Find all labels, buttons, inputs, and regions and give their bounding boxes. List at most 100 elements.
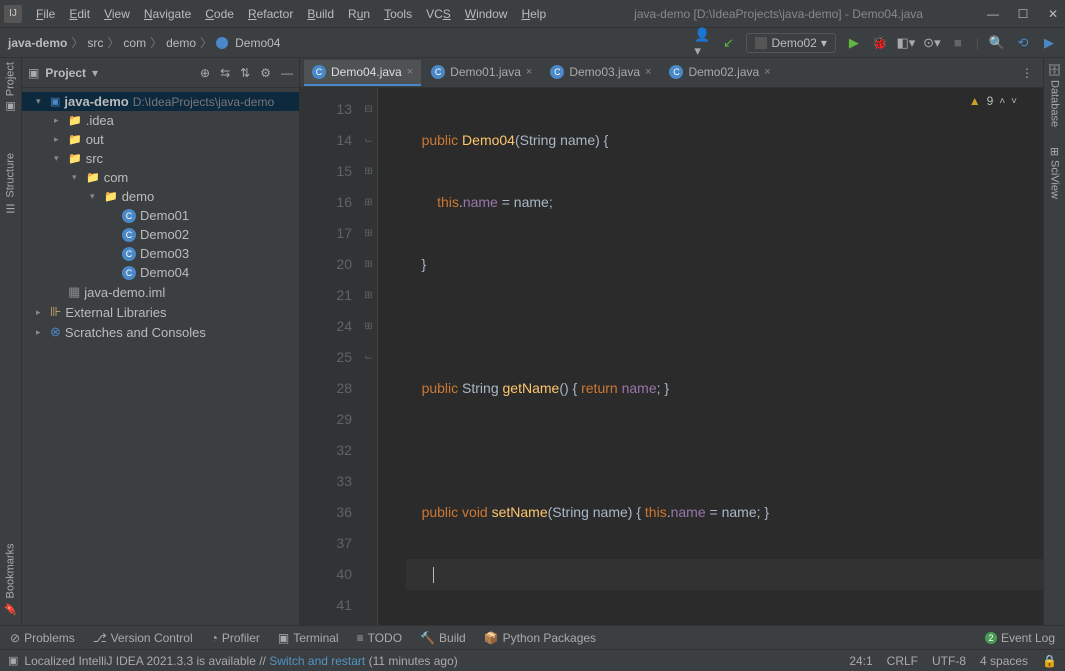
tree-class-demo02[interactable]: CDemo02 — [22, 225, 299, 244]
tree-scratches[interactable]: ▸⊗Scratches and Consoles — [22, 322, 299, 342]
settings-icon[interactable]: ⚙ — [260, 66, 271, 80]
close-icon[interactable]: × — [764, 66, 770, 78]
run-config-dropdown[interactable]: Demo02 ▾ — [746, 33, 835, 53]
build-tool[interactable]: 🔨Build — [420, 631, 466, 645]
editor-tabs: CDemo04.java× CDemo01.java× CDemo03.java… — [300, 58, 1043, 88]
menu-view[interactable]: View — [98, 5, 136, 23]
profile-icon[interactable]: ⊙▾ — [924, 35, 940, 51]
menu-run[interactable]: Run — [342, 5, 376, 23]
menu-navigate[interactable]: Navigate — [138, 5, 197, 23]
chevron-down-icon[interactable]: ▾ — [92, 66, 98, 80]
tree-folder-com[interactable]: ▾📁com — [22, 168, 299, 187]
tab-demo04[interactable]: CDemo04.java× — [304, 60, 421, 86]
source-folder-icon: 📁 — [68, 152, 82, 165]
chevron-icon: 〉 — [107, 34, 119, 51]
code-content[interactable]: public Demo04(String name) { this.name =… — [378, 88, 1043, 625]
expand-icon[interactable]: ⇆ — [220, 66, 230, 80]
menu-code[interactable]: Code — [199, 5, 240, 23]
tree-folder-src[interactable]: ▾📁src — [22, 149, 299, 168]
vcs-tool[interactable]: ⎇Version Control — [93, 631, 193, 645]
left-tool-stripe: ▣ Project ☰ Structure 🔖 Bookmarks — [0, 58, 22, 625]
tree-folder-demo[interactable]: ▾📁demo — [22, 187, 299, 206]
event-log-tool[interactable]: 2 Event Log — [985, 631, 1055, 645]
database-tool[interactable]: 🗄 Database — [1048, 62, 1061, 127]
fold-gutter[interactable]: ⊟⌙⊞⊞⊞⊞⊞⊞⌙ — [360, 88, 378, 625]
coverage-icon[interactable]: ◧▾ — [898, 35, 914, 51]
tab-demo02[interactable]: CDemo02.java× — [661, 60, 778, 86]
project-icon: ▣ — [28, 66, 39, 80]
bc-demo[interactable]: demo — [166, 36, 196, 50]
tree-root[interactable]: ▾ ▣ java-demo D:\IdeaProjects\java-demo — [22, 92, 299, 111]
build-icon[interactable]: ↙ — [720, 35, 736, 51]
breadcrumb[interactable]: java-demo 〉 src 〉 com 〉 demo 〉 Demo04 — [8, 34, 280, 51]
class-icon: C — [122, 228, 136, 242]
code-area[interactable]: 1314151617202124252829323336374041 ⊟⌙⊞⊞⊞… — [300, 88, 1043, 625]
switch-restart-link[interactable]: Switch and restart — [269, 654, 365, 668]
collapse-icon[interactable]: ⇅ — [240, 66, 250, 80]
bookmarks-tool[interactable]: 🔖 Bookmarks — [4, 543, 17, 615]
project-tree[interactable]: ▾ ▣ java-demo D:\IdeaProjects\java-demo … — [22, 88, 299, 625]
inspection-widget[interactable]: ▲ 9 ˄ ˅ — [969, 94, 1017, 108]
menu-window[interactable]: Window — [459, 5, 514, 23]
tree-class-demo01[interactable]: CDemo01 — [22, 206, 299, 225]
minimize-button[interactable]: — — [985, 7, 1001, 21]
tree-external-libs[interactable]: ▸⊪External Libraries — [22, 302, 299, 322]
maximize-button[interactable]: ☐ — [1015, 7, 1031, 21]
sync-icon[interactable]: ⟲ — [1015, 35, 1031, 51]
package-icon: 📦 — [484, 631, 499, 645]
tree-folder-out[interactable]: ▸📁out — [22, 130, 299, 149]
caret-position[interactable]: 24:1 — [849, 654, 872, 668]
menu-file[interactable]: File — [30, 5, 61, 23]
run-icon[interactable]: ▶ — [846, 35, 862, 51]
bc-src[interactable]: src — [87, 36, 103, 50]
project-tool[interactable]: ▣ Project — [4, 62, 17, 113]
profiler-tool[interactable]: ◔Profiler — [211, 631, 260, 645]
indent[interactable]: 4 spaces — [980, 654, 1028, 668]
search-icon[interactable]: 🔍 — [989, 35, 1005, 51]
tree-class-demo04[interactable]: CDemo04 — [22, 263, 299, 282]
python-packages-tool[interactable]: 📦Python Packages — [484, 631, 596, 645]
close-icon[interactable]: × — [645, 66, 651, 78]
ide-settings-icon[interactable]: ▶ — [1041, 35, 1057, 51]
tab-options-icon[interactable]: ⋮ — [1015, 66, 1039, 80]
sciview-tool[interactable]: ⊞ SciView — [1048, 147, 1061, 199]
todo-tool[interactable]: ≡TODO — [357, 631, 402, 645]
terminal-tool[interactable]: ▣Terminal — [278, 631, 339, 645]
close-icon[interactable]: × — [526, 66, 532, 78]
chevron-up-icon[interactable]: ˄ — [999, 96, 1005, 107]
class-icon: C — [550, 65, 564, 79]
tree-iml-file[interactable]: ▦java-demo.iml — [22, 282, 299, 302]
hide-icon[interactable]: — — [281, 66, 293, 80]
menu-build[interactable]: Build — [301, 5, 340, 23]
menu-edit[interactable]: Edit — [63, 5, 96, 23]
readonly-icon[interactable]: 🔒 — [1042, 654, 1057, 668]
chevron-down-icon[interactable]: ˅ — [1011, 96, 1017, 107]
terminal-icon: ▣ — [278, 631, 289, 645]
tab-demo03[interactable]: CDemo03.java× — [542, 60, 659, 86]
bc-root[interactable]: java-demo — [8, 36, 67, 50]
line-ending[interactable]: CRLF — [887, 654, 918, 668]
bc-current[interactable]: Demo04 — [235, 36, 280, 50]
tree-class-demo03[interactable]: CDemo03 — [22, 244, 299, 263]
debug-icon[interactable]: 🐞 — [872, 35, 888, 51]
chevron-icon: 〉 — [200, 34, 212, 51]
structure-tool[interactable]: ☰ Structure — [4, 153, 17, 215]
close-icon[interactable]: × — [407, 66, 413, 78]
tab-demo01[interactable]: CDemo01.java× — [423, 60, 540, 86]
bc-com[interactable]: com — [123, 36, 146, 50]
status-icon[interactable]: ▣ — [8, 654, 18, 667]
encoding[interactable]: UTF-8 — [932, 654, 966, 668]
problems-tool[interactable]: ⊘Problems — [10, 631, 75, 645]
menu-vcs[interactable]: VCS — [420, 5, 457, 23]
module-icon: ▣ — [50, 95, 60, 108]
user-icon[interactable]: 👤▾ — [694, 35, 710, 51]
menu-refactor[interactable]: Refactor — [242, 5, 299, 23]
stop-icon[interactable]: ■ — [950, 35, 966, 51]
menu-tools[interactable]: Tools — [378, 5, 418, 23]
locate-icon[interactable]: ⊕ — [200, 66, 210, 80]
panel-title[interactable]: Project — [45, 66, 86, 80]
close-button[interactable]: ✕ — [1045, 7, 1061, 21]
tree-folder-idea[interactable]: ▸📁.idea — [22, 111, 299, 130]
menu-help[interactable]: Help — [515, 5, 552, 23]
menubar: File Edit View Navigate Code Refactor Bu… — [30, 5, 552, 23]
